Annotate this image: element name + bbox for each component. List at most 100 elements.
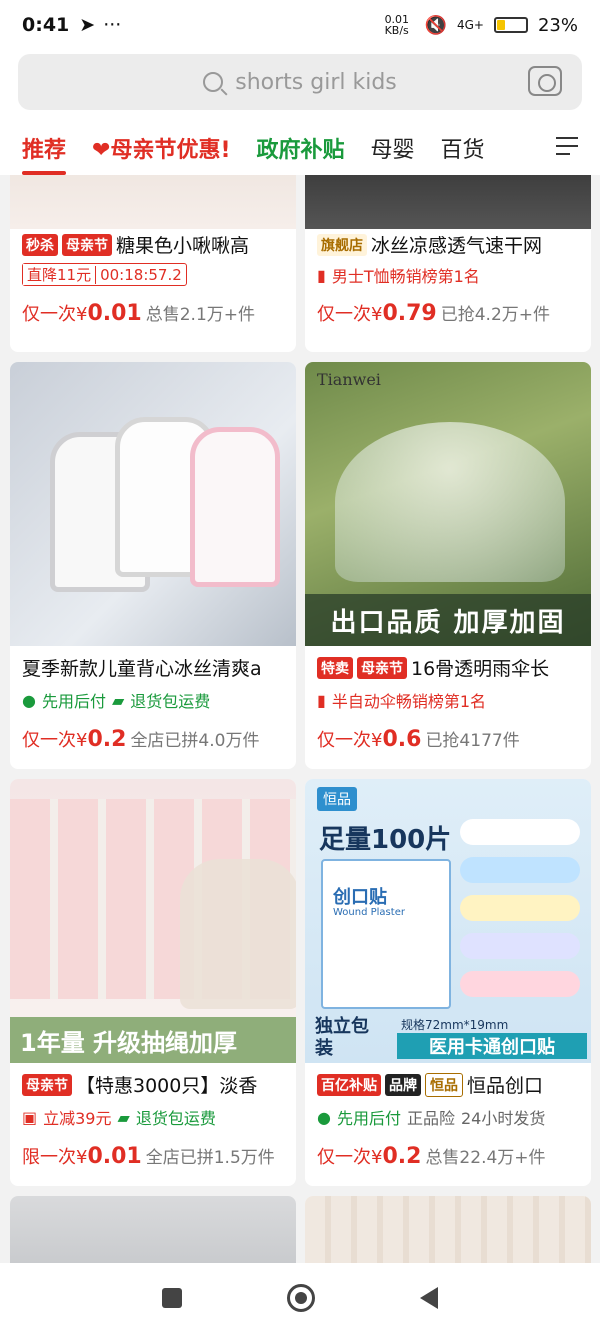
pay-later-icon: ●: [22, 690, 36, 710]
home-button[interactable]: [286, 1284, 315, 1312]
price-row: 仅一次¥0.2 全店已拼4.0万件: [22, 727, 260, 752]
price-drop-row: 直降11元 00:18:57.2: [22, 263, 187, 286]
image-overlay-text: 出口品质 加厚加固: [305, 594, 591, 646]
product-title: 夏季新款儿童背心冰丝清爽a: [22, 658, 262, 680]
product-image: [10, 362, 296, 646]
price-value: 0.2: [87, 727, 127, 752]
search-icon: [203, 72, 224, 92]
tab-baby[interactable]: 母婴: [371, 120, 415, 175]
product-image: [10, 175, 296, 229]
product-card[interactable]: 1年量 升级抽绳加厚 母亲节 【特惠3000只】淡香 ▣ 立减39元 ▰ 退货包…: [10, 779, 296, 1186]
product-card[interactable]: [10, 1196, 296, 1263]
product-tag: 品牌: [385, 1073, 421, 1096]
product-image: 恒品 足量100片 创口贴 Wound Plaster 独立包装 规格72mm*…: [305, 779, 591, 1063]
product-title: 秒杀 母亲节 糖果色小啾啾高: [22, 231, 292, 258]
product-tag: 百亿补贴: [317, 1073, 381, 1096]
coupon-icon: ▣: [22, 1107, 38, 1127]
signal-indicator: 4G+: [456, 18, 484, 32]
tab-mothers-day[interactable]: ❤母亲节优惠!: [92, 120, 230, 175]
battery-icon: [493, 17, 528, 33]
product-title: 百亿补贴 品牌 恒品 恒品创口: [317, 1071, 587, 1098]
price-row: 仅一次¥0.6 已抢4177件: [317, 727, 520, 752]
product-tag: 旗舰店: [317, 233, 367, 256]
status-bar: 0:41 ➤ ··· 0.01 KB/s 🔇 4G+ 23%: [0, 0, 600, 50]
price-value: 0.01: [87, 1144, 142, 1169]
product-feed: 秒杀 母亲节 糖果色小啾啾高 直降11元 00:18:57.2 仅一次¥0.01…: [0, 175, 600, 1263]
product-title: 特卖 母亲节 16骨透明雨伞长: [317, 654, 587, 681]
price-value: 0.6: [382, 727, 422, 752]
search-input[interactable]: shorts girl kids: [18, 54, 582, 110]
service-row: ▣ 立减39元 ▰ 退货包运费: [22, 1107, 216, 1129]
back-button[interactable]: [419, 1287, 438, 1309]
product-tag: 母亲节: [357, 656, 407, 679]
more-icon: ···: [103, 14, 122, 36]
ranking-icon: ▮: [317, 690, 326, 710]
sold-count: 总售22.4万+件: [425, 1148, 546, 1168]
mute-icon: 🔇: [424, 14, 447, 36]
truck-icon: ▰: [111, 690, 125, 710]
product-title: 母亲节 【特惠3000只】淡香: [22, 1071, 292, 1098]
tab-recommend[interactable]: 推荐: [22, 120, 67, 175]
network-speed: 0.01 KB/s: [384, 13, 410, 37]
price-row: 限一次¥0.01 全店已拼1.5万件: [22, 1144, 275, 1169]
product-tag: 特卖: [317, 656, 353, 679]
sold-count: 全店已拼4.0万件: [130, 731, 260, 751]
status-time: 0:41: [22, 14, 70, 36]
sold-count: 已抢4.2万+件: [440, 305, 551, 325]
category-tabs: 推荐 ❤母亲节优惠! 政府补贴 母婴 百货: [0, 120, 600, 175]
recents-button[interactable]: [162, 1288, 183, 1308]
price-value: 0.2: [382, 1144, 422, 1169]
product-image: 1年量 升级抽绳加厚: [10, 779, 296, 1063]
product-box: 创口贴 Wound Plaster: [321, 859, 451, 1009]
price-row: 仅一次¥0.01 总售2.1万+件: [22, 301, 256, 326]
ranking-row: ▮ 男士T恤畅销榜第1名: [317, 265, 480, 287]
product-card[interactable]: [305, 1196, 591, 1263]
sold-count: 全店已拼1.5万件: [145, 1148, 275, 1168]
telegram-icon: ➤: [79, 14, 96, 36]
price-row: 仅一次¥0.79 已抢4.2万+件: [317, 301, 551, 326]
product-card[interactable]: 恒品 足量100片 创口贴 Wound Plaster 独立包装 规格72mm*…: [305, 779, 591, 1186]
sold-count: 已抢4177件: [425, 731, 520, 751]
price-value: 0.79: [382, 301, 437, 326]
sold-count: 总售2.1万+件: [145, 305, 256, 325]
product-image: [10, 1196, 296, 1263]
product-box-subtitle: Wound Plaster: [333, 907, 405, 918]
product-tag: 母亲节: [22, 1073, 72, 1096]
tab-goods[interactable]: 百货: [441, 120, 485, 175]
product-image: [305, 1196, 591, 1263]
ranking-row: ▮ 半自动伞畅销榜第1名: [317, 690, 486, 712]
product-image: Tianwei 出口品质 加厚加固: [305, 362, 591, 646]
price-value: 0.01: [87, 301, 142, 326]
image-banner: 1年量 升级抽绳加厚: [10, 1017, 296, 1063]
menu-icon[interactable]: [556, 137, 578, 157]
battery-percent: 23%: [537, 14, 578, 36]
product-card[interactable]: 夏季新款儿童背心冰丝清爽a ● 先用后付 ▰ 退货包运费 仅一次¥0.2 全店已拼…: [10, 362, 296, 769]
service-row: ● 先用后付 正品险 24小时发货: [317, 1107, 546, 1129]
price-drop: 直降11元: [23, 264, 96, 285]
search-bar-container: shorts girl kids: [0, 50, 600, 120]
brand-watermark: Tianwei: [317, 370, 381, 389]
ranking-icon: ▮: [317, 265, 326, 285]
search-placeholder: shorts girl kids: [235, 69, 397, 95]
product-tag: 恒品: [425, 1072, 463, 1097]
brand-logo: 恒品: [317, 787, 357, 811]
image-band-text: 医用卡通创口贴: [397, 1033, 587, 1059]
image-footer-text: 独立包装: [315, 1016, 369, 1059]
product-card[interactable]: 秒杀 母亲节 糖果色小啾啾高 直降11元 00:18:57.2 仅一次¥0.01…: [10, 175, 296, 352]
service-row: ● 先用后付 ▰ 退货包运费: [22, 690, 211, 712]
product-tag: 秒杀: [22, 233, 58, 256]
countdown-timer: 00:18:57.2: [95, 265, 186, 284]
product-title: 旗舰店 冰丝凉感透气速干网: [317, 231, 587, 258]
system-nav-bar: [0, 1263, 600, 1333]
image-headline: 足量100片: [319, 825, 452, 855]
product-tag: 母亲节: [62, 233, 112, 256]
product-card[interactable]: Tianwei 出口品质 加厚加固 特卖 母亲节 16骨透明雨伞长 ▮ 半自动伞…: [305, 362, 591, 769]
price-row: 仅一次¥0.2 总售22.4万+件: [317, 1144, 546, 1169]
tab-gov-subsidy[interactable]: 政府补贴: [256, 120, 344, 175]
camera-icon[interactable]: [528, 66, 562, 96]
image-spec-text: 规格72mm*19mm: [401, 1018, 509, 1032]
product-image: [305, 175, 591, 229]
pay-later-icon: ●: [317, 1107, 331, 1127]
product-card[interactable]: 旗舰店 冰丝凉感透气速干网 ▮ 男士T恤畅销榜第1名 仅一次¥0.79 已抢4.2…: [305, 175, 591, 352]
product-box-title: 创口贴: [333, 887, 387, 908]
